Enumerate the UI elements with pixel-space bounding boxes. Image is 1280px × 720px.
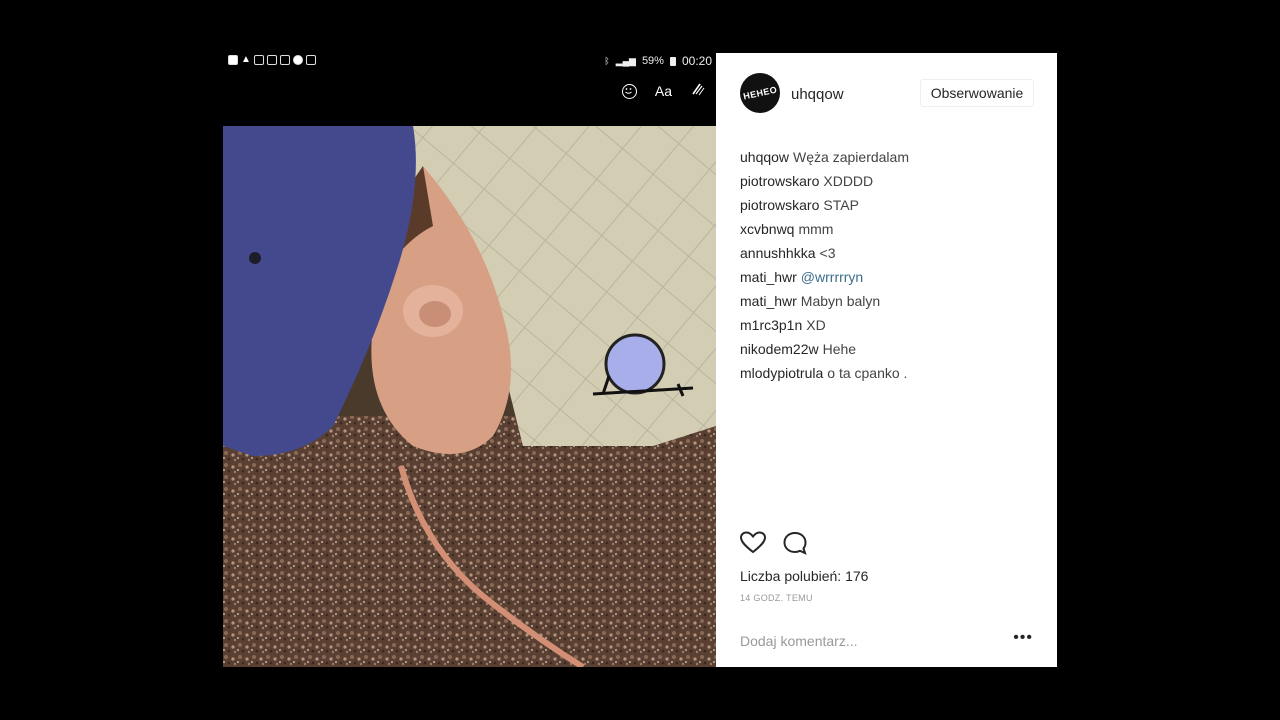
signal-icon: ▂▄▆ xyxy=(615,55,636,66)
comment-text: STAP xyxy=(823,197,859,213)
avatar[interactable]: HEHEO xyxy=(740,73,780,113)
comment-text: <3 xyxy=(819,245,836,261)
post-actions xyxy=(739,531,808,560)
comment-text: Mabyn balyn xyxy=(800,293,881,309)
bluetooth-icon: ᛒ xyxy=(604,56,610,66)
comment-item: annushhkka <3 xyxy=(740,241,1040,265)
comment-user[interactable]: piotrowskaro xyxy=(740,173,819,189)
instagram-icon xyxy=(305,55,316,65)
more-options-button[interactable]: ••• xyxy=(1013,629,1033,647)
notification-icons: ▲ xyxy=(228,55,316,65)
youtube-icon xyxy=(228,55,238,65)
comment-text: Hehe xyxy=(822,341,857,357)
comment-item: nikodem22w Hehe xyxy=(740,337,1040,361)
comment-icon[interactable] xyxy=(782,531,808,560)
comment-user[interactable]: mati_hwr xyxy=(740,293,797,309)
comment-input[interactable] xyxy=(740,633,1000,649)
post-media: ▲ ᛒ ▂▄▆ 59% 00:20 Aa xyxy=(223,53,716,667)
instagram-icon xyxy=(253,55,264,65)
status-time: 00:20 xyxy=(681,54,712,68)
comment-text: mmm xyxy=(798,221,834,237)
instagram-post: ▲ ᛒ ▂▄▆ 59% 00:20 Aa HEHEO uhqqow Obserw… xyxy=(223,53,1057,667)
instagram-icon xyxy=(266,55,277,65)
comment-item: piotrowskaro XDDDD xyxy=(740,169,1040,193)
comment-item: mati_hwr Mabyn balyn xyxy=(740,289,1040,313)
comment-user[interactable]: piotrowskaro xyxy=(740,197,819,213)
messenger-icon xyxy=(292,55,303,65)
comment-item: m1rc3p1n XD xyxy=(740,313,1040,337)
post-timestamp: 14 GODZ. TEMU xyxy=(740,593,813,603)
post-username[interactable]: uhqqow xyxy=(791,86,844,103)
smile-icon[interactable] xyxy=(621,83,637,99)
comment-user[interactable]: nikodem22w xyxy=(740,341,819,357)
warning-icon: ▲ xyxy=(241,54,251,65)
comment-item: xcvbnwq mmm xyxy=(740,217,1040,241)
instagram-icon xyxy=(279,55,290,65)
comment-user[interactable]: mlodypiotrula xyxy=(740,365,823,381)
likes-count[interactable]: Liczba polubień: 176 xyxy=(740,568,868,584)
comment-user[interactable]: uhqqow xyxy=(740,149,789,165)
post-header: HEHEO uhqqow Obserwowanie xyxy=(716,53,1057,133)
post-photo xyxy=(223,126,716,667)
comment-user[interactable]: xcvbnwq xyxy=(740,221,794,237)
follow-button[interactable]: Obserwowanie xyxy=(920,79,1034,107)
status-right: ᛒ ▂▄▆ 59% 00:20 xyxy=(604,54,712,68)
comment-user[interactable]: mati_hwr xyxy=(740,269,797,285)
story-toolbar: Aa xyxy=(223,69,716,126)
comment-text: Węża zapierdalam xyxy=(793,149,909,165)
comment-user[interactable]: m1rc3p1n xyxy=(740,317,802,333)
comment-list: uhqqow Węża zapierdalam piotrowskaro XDDDD… xyxy=(740,145,1040,385)
add-comment-section: ••• xyxy=(716,619,1057,667)
comment-text: o ta cpanko . xyxy=(827,365,908,381)
heart-icon[interactable] xyxy=(739,531,767,560)
brush-icon[interactable] xyxy=(690,81,706,101)
post-panel: HEHEO uhqqow Obserwowanie uhqqow Węża zap… xyxy=(716,53,1057,667)
avatar-label: HEHEO xyxy=(742,84,779,102)
battery-icon xyxy=(669,56,676,66)
comment-item: piotrowskaro STAP xyxy=(740,193,1040,217)
text-tool-button[interactable]: Aa xyxy=(655,83,672,99)
comment-item: mlodypiotrula o ta cpanko . xyxy=(740,361,1040,385)
battery-level: 59% xyxy=(641,55,664,67)
comment-text: XD xyxy=(806,317,826,333)
comment-text: XDDDD xyxy=(823,173,874,189)
comment-mention[interactable]: @wrrrrryn xyxy=(801,269,863,285)
comment-item: mati_hwr @wrrrrryn xyxy=(740,265,1040,289)
comment-user[interactable]: annushhkka xyxy=(740,245,816,261)
comment-item: uhqqow Węża zapierdalam xyxy=(740,145,1040,169)
phone-status-bar: ▲ ᛒ ▂▄▆ 59% 00:20 xyxy=(223,53,716,69)
